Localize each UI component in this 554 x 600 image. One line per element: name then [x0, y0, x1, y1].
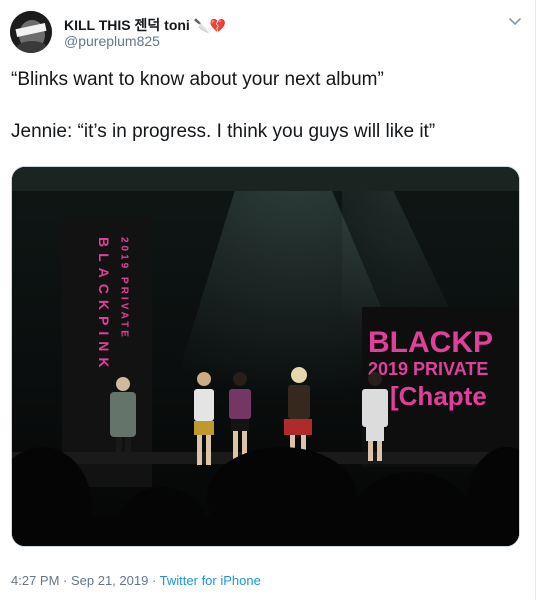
tweet-metadata: 4:27 PM · Sep 21, 2019 · Twitter for iPh…	[11, 573, 261, 588]
tweet-text: “Blinks want to know about your next alb…	[11, 67, 526, 145]
screen-line-1: BLACKP	[368, 326, 493, 359]
knife-broken-heart-emoji: 🔪💔	[193, 19, 227, 34]
screen-line-3: [Chapte	[390, 381, 487, 411]
user-handle[interactable]: @pureplum825	[64, 33, 160, 49]
display-name-text: KILL THIS 젠덕 toni	[64, 17, 190, 33]
tweet-text-line-2: Jennie: “it’s in progress. I think you g…	[11, 121, 436, 142]
screen-line-2: 2019 PRIVATE	[368, 359, 488, 379]
tweet-time[interactable]: 4:27 PM	[11, 573, 59, 588]
tweet-date[interactable]: Sep 21, 2019	[71, 573, 148, 588]
tweet-card: KILL THIS 젠덕 toni 🔪💔 @pureplum825 “Blink…	[0, 0, 536, 600]
display-name[interactable]: KILL THIS 젠덕 toni 🔪💔	[64, 15, 226, 35]
tweet-photo[interactable]: BLACKPINK 2019 PRIVATE BLACKP 2019 PRIVA…	[11, 166, 520, 547]
tweet-source-link[interactable]: Twitter for iPhone	[160, 573, 261, 588]
left-banner-title: BLACKPINK	[96, 237, 112, 373]
tweet-text-line-1: “Blinks want to know about your next alb…	[11, 69, 384, 90]
avatar[interactable]	[10, 11, 52, 53]
chevron-down-icon[interactable]	[508, 14, 522, 28]
left-banner-subtitle: 2019 PRIVATE	[119, 237, 130, 340]
